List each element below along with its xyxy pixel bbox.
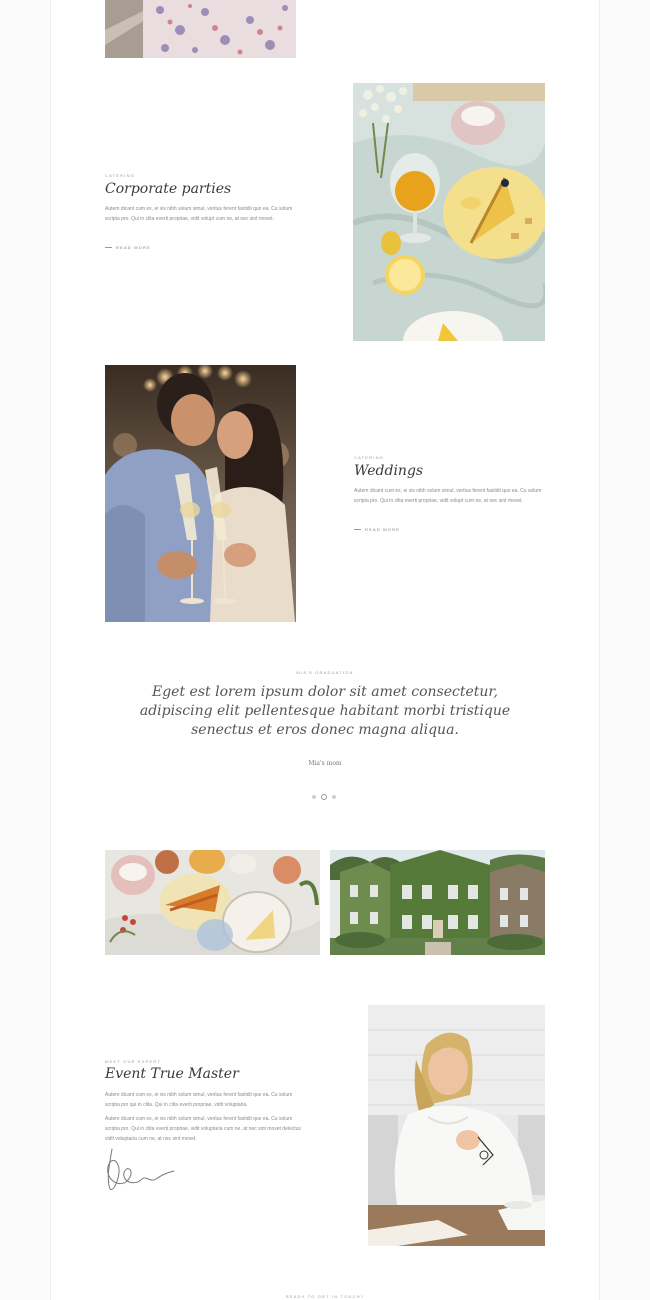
expert-kicker: MEET OUR EXPERT: [105, 1059, 162, 1064]
weddings-title: Weddings: [354, 463, 424, 479]
expert-body-2: Autem dicant cum ex, ei vis nibh solum s…: [105, 1116, 301, 1142]
dash-icon: [354, 529, 361, 530]
corporate-title: Corporate parties: [105, 181, 232, 197]
expert-body-1: Autem dicant cum ex, ei vis nibh solum s…: [105, 1092, 293, 1108]
wedding-couple-image: [105, 365, 296, 622]
footer-kicker: READY TO GET IN TOUCH?: [285, 1294, 365, 1299]
weddings-read-more-label: READ MORE: [365, 527, 401, 532]
gallery-manor-image: [330, 850, 545, 955]
signature-image: [107, 1148, 175, 1190]
expert-title: Event True Master: [105, 1066, 239, 1082]
lemon-tart-image: [353, 83, 545, 341]
slide-dot-1[interactable]: [312, 795, 316, 799]
slide-dot-2[interactable]: [321, 794, 327, 800]
corporate-kicker: CATERING: [105, 173, 135, 178]
corporate-read-more-label: READ MORE: [116, 245, 152, 250]
testimonial-pagination: [312, 794, 336, 800]
weddings-read-more-link[interactable]: READ MORE: [354, 527, 400, 532]
testimonial-author: Mia's mom: [308, 760, 342, 767]
weddings-body: Autem dicant cum ex, ei vis nibh solum s…: [354, 488, 542, 504]
weddings-kicker: CATERING: [354, 455, 384, 460]
expert-portrait-image: [368, 1005, 545, 1246]
corporate-body: Autem dicant cum ex, ei vis nibh solum s…: [105, 206, 293, 222]
testimonial-quote: Eget est lorem ipsum dolor sit amet cons…: [139, 684, 511, 738]
slide-dot-3[interactable]: [332, 795, 336, 799]
corporate-read-more-link[interactable]: READ MORE: [105, 245, 151, 250]
testimonial-kicker: MIA'S GRADUATION: [296, 670, 354, 675]
gallery-food-image: [105, 850, 320, 955]
floral-dress-image: [105, 0, 296, 58]
dash-icon: [105, 247, 112, 248]
